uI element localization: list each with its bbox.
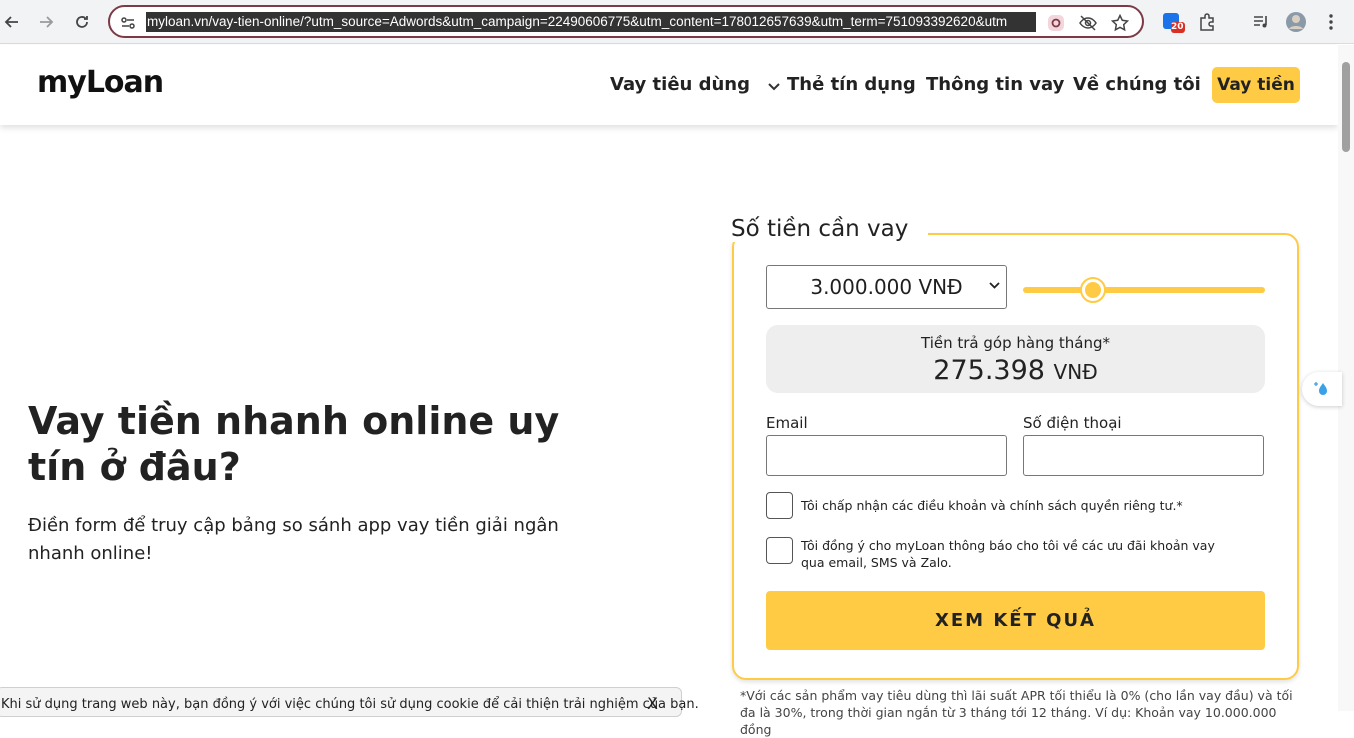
slider-thumb[interactable] — [1080, 277, 1107, 303]
chevron-down-icon — [768, 75, 781, 96]
browser-menu-icon[interactable] — [1318, 9, 1344, 35]
hero-title: Vay tiền nhanh online uy tín ở đâu? — [28, 399, 560, 489]
address-bar[interactable]: myloan.vn/vay-tien-online/?utm_source=Ad… — [108, 5, 1144, 38]
extension-calendar-icon[interactable]: 20 — [1160, 9, 1186, 35]
select-chevron-icon — [989, 278, 1000, 293]
terms-checkbox[interactable] — [766, 492, 793, 519]
bookmark-star-icon[interactable] — [1108, 11, 1132, 35]
scrollbar-thumb[interactable] — [1342, 62, 1350, 152]
hero-subtitle: Điền form để truy cập bảng so sánh app v… — [28, 515, 559, 564]
apr-footnote: *Với các sản phẩm vay tiêu dùng thì lãi … — [740, 688, 1293, 737]
eye-off-icon[interactable] — [1076, 11, 1100, 35]
url-text[interactable]: myloan.vn/vay-tien-online/?utm_source=Ad… — [146, 12, 1036, 32]
nav-ve-chung-toi[interactable]: Về chúng tôi — [1073, 74, 1201, 95]
nav-vay-tieu-dung[interactable]: Vay tiêu dùng — [610, 74, 781, 96]
monthly-amount: 275.398 — [933, 355, 1045, 386]
cookie-text: Khi sử dụng trang web này, bạn đồng ý vớ… — [1, 697, 699, 712]
reload-icon[interactable] — [68, 8, 96, 36]
nav-the-tin-dung[interactable]: Thẻ tín dụng — [787, 74, 916, 95]
cookie-close-button[interactable]: X — [647, 694, 658, 713]
site-header: myLoan Vay tiêu dùng Thẻ tín dụng Thông … — [0, 45, 1338, 125]
vay-tien-button[interactable]: Vay tiền — [1212, 67, 1300, 103]
marketing-consent-text: Tôi đồng ý cho myLoan thông báo cho tôi … — [801, 538, 1215, 570]
form-title: Số tiền cần vay — [731, 216, 929, 242]
nav-thong-tin-vay[interactable]: Thông tin vay — [926, 74, 1064, 95]
browser-toolbar: myloan.vn/vay-tien-online/?utm_source=Ad… — [0, 0, 1354, 44]
terms-consent-text: Tôi chấp nhận các điều khoản và chính sá… — [801, 498, 1183, 513]
loan-amount-select[interactable]: 3.000.000 VNĐ — [766, 265, 1007, 309]
forward-icon[interactable] — [32, 8, 60, 36]
myloan-logo[interactable]: myLoan — [37, 65, 164, 100]
site-settings-icon[interactable] — [116, 11, 140, 35]
media-control-icon[interactable] — [1248, 9, 1274, 35]
view-results-button[interactable]: XEM KẾT QUẢ — [766, 591, 1265, 650]
monthly-payment-value: 275.398 VNĐ — [766, 355, 1265, 386]
profile-avatar[interactable] — [1283, 9, 1309, 35]
marketing-checkbox[interactable] — [766, 537, 793, 564]
loan-amount-value: 3.000.000 VNĐ — [810, 275, 963, 299]
back-icon[interactable] — [0, 8, 26, 36]
phone-label: Số điện thoại — [1023, 414, 1122, 432]
loan-amount-slider[interactable] — [1023, 287, 1265, 293]
email-field[interactable] — [766, 435, 1007, 476]
monthly-payment-box: Tiền trả góp hàng tháng* 275.398 VNĐ — [766, 325, 1265, 393]
monthly-unit: VNĐ — [1053, 360, 1098, 384]
extensions-puzzle-icon[interactable] — [1194, 9, 1220, 35]
monthly-payment-label: Tiền trả góp hàng tháng* — [921, 334, 1110, 352]
cookie-banner: Khi sử dụng trang web này, bạn đồng ý vớ… — [0, 687, 699, 717]
phone-field[interactable] — [1023, 435, 1264, 476]
nav-label: Vay tiêu dùng — [610, 74, 751, 95]
extension-badge: 20 — [1171, 22, 1184, 32]
email-label: Email — [766, 414, 808, 432]
sparkle-drop-icon[interactable] — [1302, 372, 1342, 406]
lens-icon[interactable] — [1044, 11, 1068, 35]
